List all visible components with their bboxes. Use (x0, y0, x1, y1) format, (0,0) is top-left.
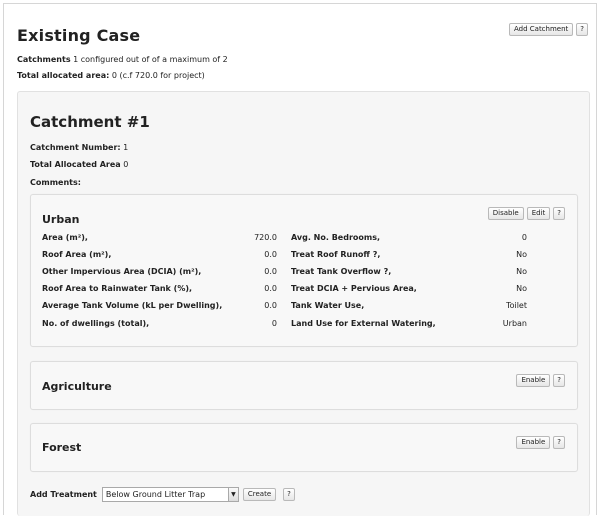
urban-left-value: 0.0 (264, 250, 277, 259)
urban-right-label: Treat Roof Runoff ?, (291, 250, 381, 259)
page-title: Existing Case (17, 26, 141, 45)
urban-left-label: Other Impervious Area (DCIA) (m²), (42, 267, 202, 276)
agriculture-panel: Agriculture Enable ? (30, 361, 578, 410)
urban-right-label: Land Use for External Watering, (291, 319, 436, 328)
treatment-help-button[interactable]: ? (283, 488, 295, 501)
catchment-panel: Catchment #1 Catchment Number: 1 Total A… (17, 91, 590, 516)
forest-help-button[interactable]: ? (553, 436, 565, 449)
urban-left-label: Average Tank Volume (kL per Dwelling), (42, 301, 223, 310)
forest-title: Forest (42, 441, 82, 454)
catchment-allocated: Total Allocated Area 0 (30, 160, 128, 169)
urban-right-label: Tank Water Use, (291, 301, 365, 310)
enable-forest-button[interactable]: Enable (516, 436, 551, 449)
urban-left-label: No. of dwellings (total), (42, 319, 150, 328)
urban-title: Urban (42, 213, 80, 226)
urban-left-value: 0 (271, 319, 277, 328)
urban-left-value: 0.0 (264, 267, 277, 276)
catchments-label: Catchments (17, 55, 71, 64)
total-area-label: Total allocated area: (17, 71, 110, 80)
create-treatment-button[interactable]: Create (242, 488, 277, 501)
catchments-summary: Catchments 1 configured out of of a maxi… (17, 55, 228, 64)
treatment-selected: Below Ground Litter Trap (105, 490, 206, 499)
disable-urban-button[interactable]: Disable (487, 207, 524, 220)
urban-right-value: No (516, 250, 527, 259)
urban-right-value: Toilet (506, 301, 527, 310)
forest-panel: Forest Enable ? (30, 423, 578, 472)
treatment-select[interactable]: Below Ground Litter Trap ▼ (101, 487, 239, 502)
agriculture-help-button[interactable]: ? (553, 374, 565, 387)
add-treatment-label: Add Treatment (30, 490, 97, 499)
comments-label: Comments: (30, 178, 81, 187)
add-catchment-button[interactable]: Add Catchment (508, 23, 574, 36)
catchment-number: Catchment Number: 1 (30, 143, 128, 152)
agriculture-actions: Enable ? (516, 374, 565, 387)
edit-urban-button[interactable]: Edit (526, 207, 551, 220)
forest-actions: Enable ? (516, 436, 565, 449)
header-actions: Add Catchment ? (508, 23, 588, 36)
urban-help-button[interactable]: ? (553, 207, 565, 220)
agriculture-title: Agriculture (42, 380, 112, 393)
catchments-text: 1 configured out of of a maximum of 2 (73, 55, 228, 64)
urban-left-value: 720.0 (254, 233, 277, 242)
urban-left-label: Roof Area (m²), (42, 250, 112, 259)
allocated-area-value: 0 (123, 160, 129, 169)
dropdown-arrow-icon[interactable]: ▼ (227, 488, 238, 501)
urban-panel: Urban Disable Edit ? Area (m²), 720.0 Ro… (30, 194, 578, 347)
urban-right-value: Urban (502, 319, 527, 328)
catchment-number-value: 1 (123, 143, 129, 152)
urban-right-label: Avg. No. Bedrooms, (291, 233, 381, 242)
urban-left-label: Area (m²), (42, 233, 88, 242)
help-button[interactable]: ? (576, 23, 588, 36)
urban-left-value: 0.0 (264, 301, 277, 310)
urban-left-label: Roof Area to Rainwater Tank (%), (42, 284, 193, 293)
urban-right-value: No (516, 284, 527, 293)
urban-right-value: No (516, 267, 527, 276)
existing-case-page: Add Catchment ? Existing Case Catchments… (3, 3, 597, 516)
urban-right-value: 0 (521, 233, 527, 242)
catchment-comments: Comments: (30, 178, 81, 187)
catchment-number-label: Catchment Number: (30, 143, 121, 152)
urban-right-label: Treat Tank Overflow ?, (291, 267, 392, 276)
urban-actions: Disable Edit ? (487, 207, 565, 220)
total-area-summary: Total allocated area: 0 (c.f 720.0 for p… (17, 71, 205, 80)
add-treatment-row: Add Treatment Below Ground Litter Trap ▼… (30, 487, 295, 502)
allocated-area-label: Total Allocated Area (30, 160, 121, 169)
total-area-text: 0 (c.f 720.0 for project) (111, 71, 205, 80)
catchment-title: Catchment #1 (30, 113, 150, 131)
enable-agriculture-button[interactable]: Enable (516, 374, 551, 387)
urban-right-label: Treat DCIA + Pervious Area, (291, 284, 417, 293)
urban-left-value: 0.0 (264, 284, 277, 293)
